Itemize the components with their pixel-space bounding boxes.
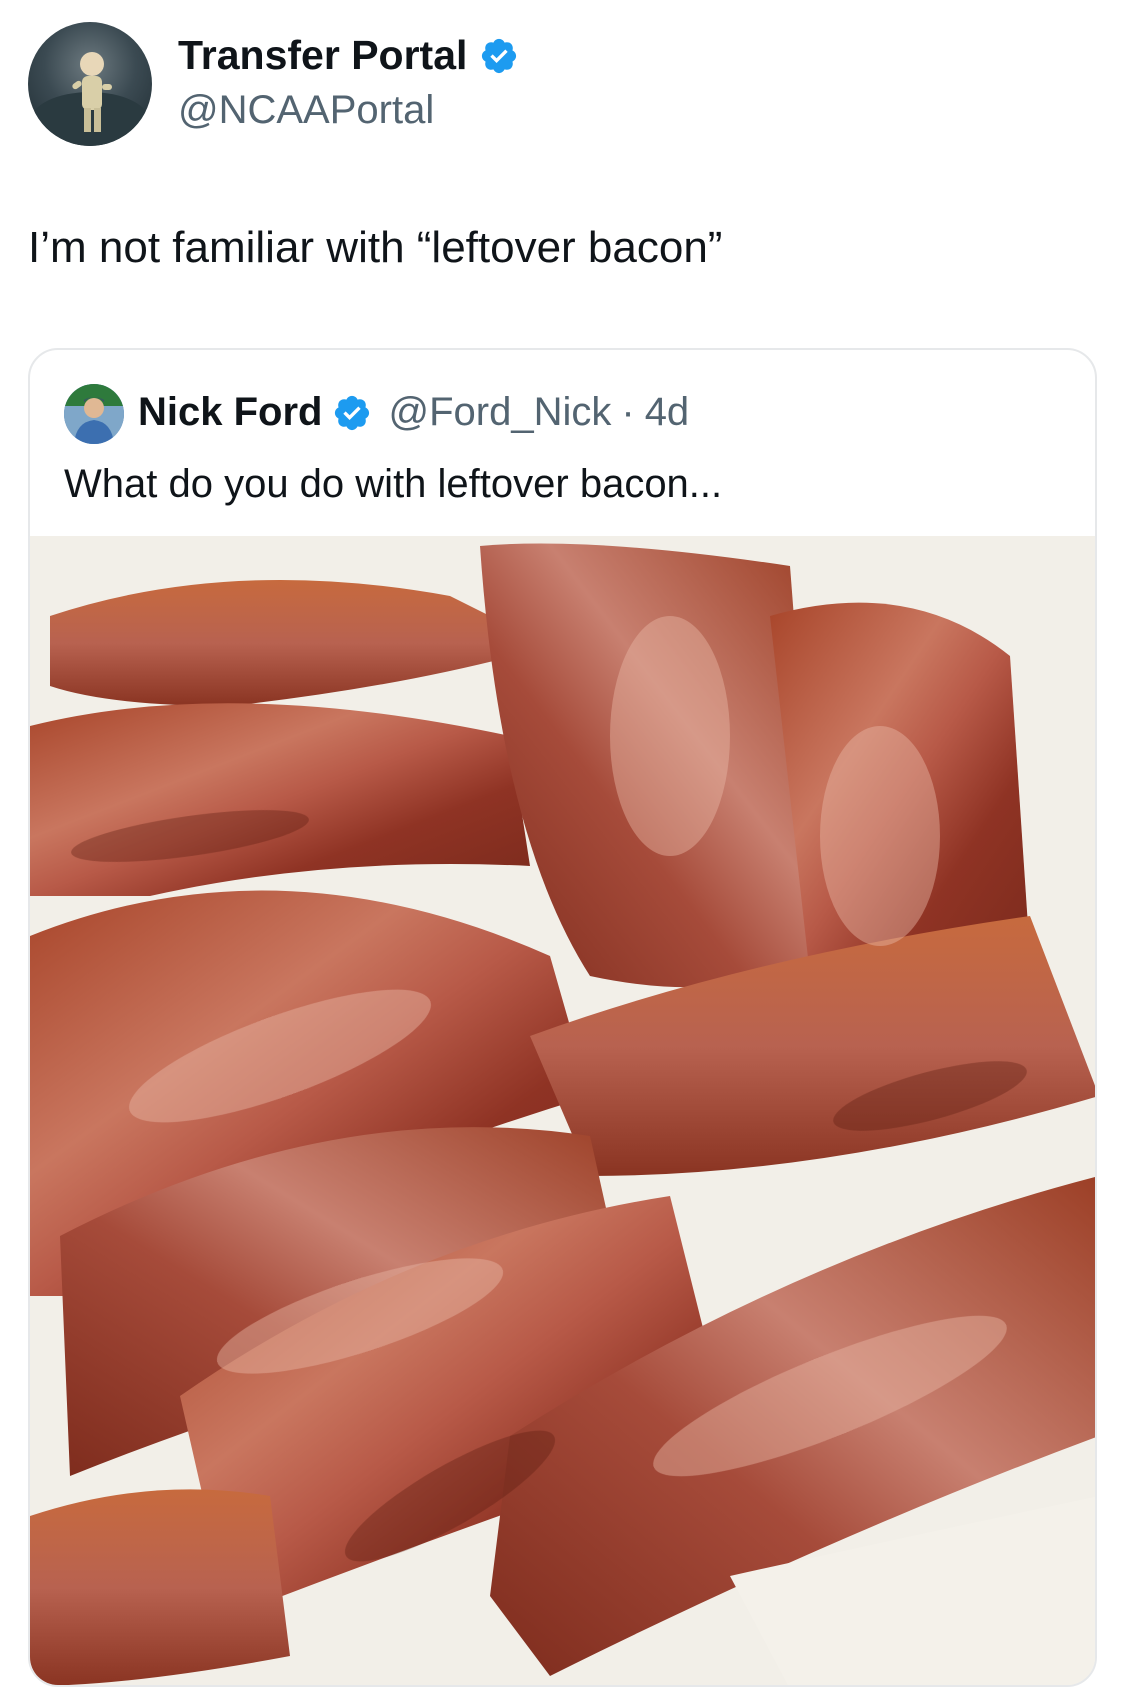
quoted-timestamp[interactable]: 4d bbox=[645, 390, 690, 435]
bacon-photo-image bbox=[30, 536, 1095, 1685]
author-avatar[interactable] bbox=[28, 22, 152, 146]
quoted-display-name[interactable]: Nick Ford bbox=[138, 390, 322, 435]
author-handle[interactable]: @NCAAPortal bbox=[178, 88, 434, 133]
verified-badge-icon bbox=[335, 395, 370, 430]
author-display-name[interactable]: Transfer Portal bbox=[178, 32, 467, 79]
verified-badge-icon bbox=[482, 38, 517, 73]
avatar-person-icon bbox=[64, 384, 124, 444]
quoted-tweet-text: What do you do with leftover bacon... bbox=[64, 462, 723, 506]
avatar-figure-icon bbox=[30, 52, 150, 146]
separator-dot: · bbox=[621, 390, 635, 434]
quoted-handle[interactable]: @Ford_Nick bbox=[388, 390, 611, 435]
tweet-text: I’m not familiar with “leftover bacon” bbox=[28, 223, 723, 272]
author-name-row: Transfer Portal bbox=[178, 32, 519, 79]
quoted-header: Nick Ford @Ford_Nick · 4d bbox=[138, 390, 689, 435]
quoted-author-avatar[interactable] bbox=[64, 384, 124, 444]
quoted-tweet-card[interactable]: Nick Ford @Ford_Nick · 4d What do you do… bbox=[28, 348, 1097, 1687]
quoted-tweet-photo[interactable] bbox=[30, 536, 1095, 1685]
